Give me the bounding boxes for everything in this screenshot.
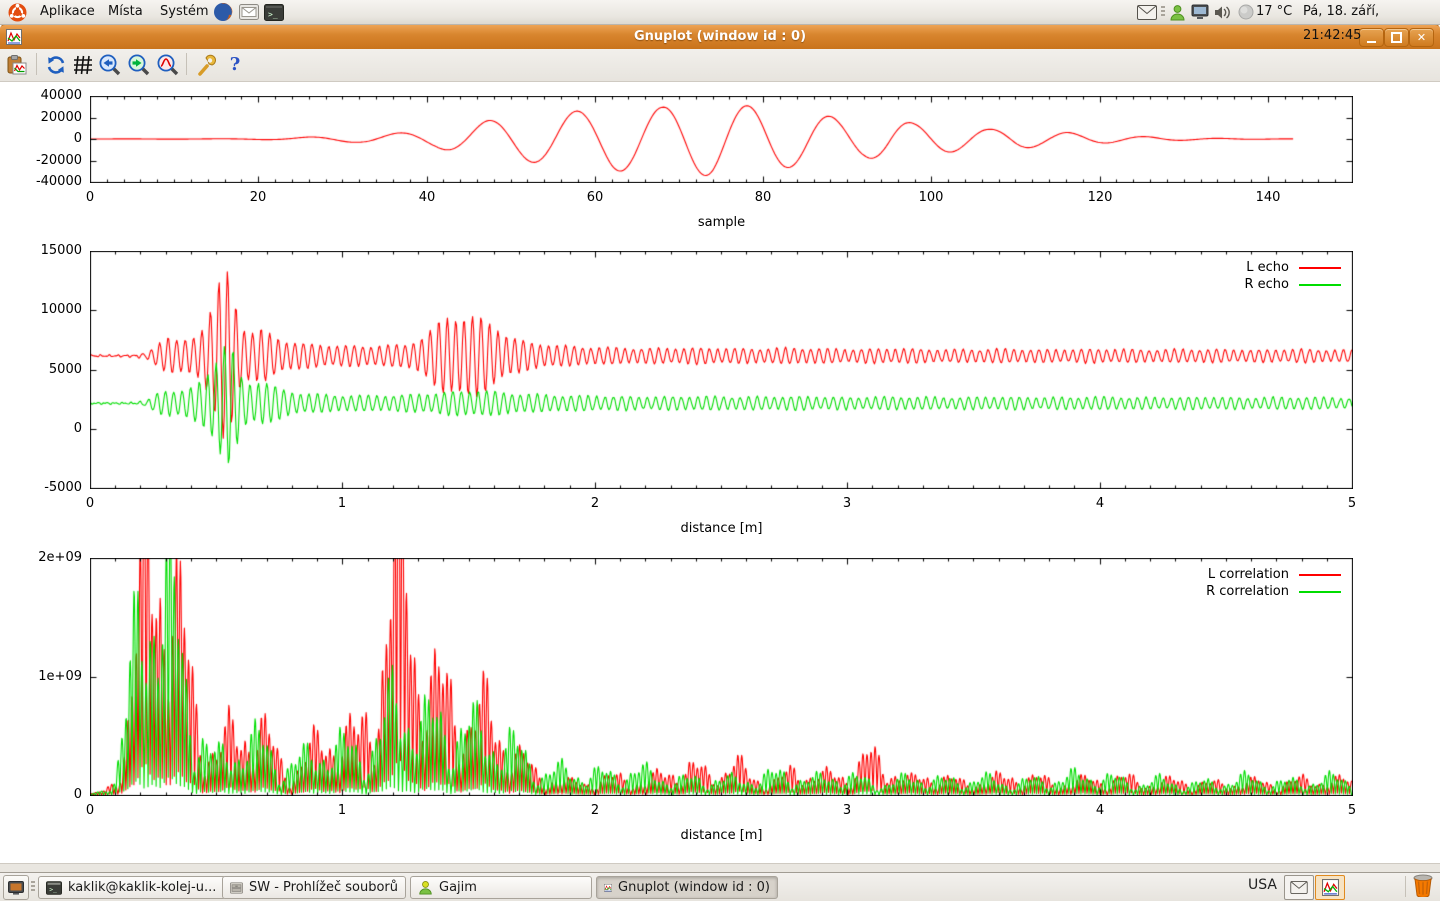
mail-icon <box>239 4 259 20</box>
menu-system[interactable]: Systém <box>150 0 218 24</box>
window-titlebar[interactable]: Gnuplot (window id : 0) ✕ <box>0 24 1440 49</box>
gnome-top-panel: Aplikace Místa Systém >_ <box>0 0 1440 25</box>
zoom-previous-button[interactable] <box>97 52 123 77</box>
autoscale-icon <box>157 54 179 76</box>
minimize-button[interactable] <box>1359 28 1384 47</box>
close-icon: ✕ <box>1417 30 1426 45</box>
copy-plot-button[interactable] <box>4 52 30 77</box>
autoscale-button[interactable] <box>155 52 181 77</box>
zoom-previous-icon <box>99 54 121 76</box>
tray-handle[interactable] <box>1161 6 1165 18</box>
terminal-icon: >_ <box>264 4 284 21</box>
firefox-launcher[interactable] <box>212 1 234 23</box>
gnuplot-tray-icon[interactable] <box>1315 875 1345 900</box>
task-file-manager[interactable]: SW - Prohlížeč souborů <box>222 876 406 899</box>
taskbar-separator <box>1405 876 1406 897</box>
ubuntu-menu-icon[interactable] <box>6 1 28 23</box>
zoom-next-icon <box>128 54 150 76</box>
toolbar-separator <box>186 53 187 75</box>
user-icon[interactable] <box>1166 2 1188 22</box>
pulse-plot[interactable] <box>90 96 1353 183</box>
menu-mista[interactable]: Místa <box>98 0 153 24</box>
task-label: Gnuplot (window id : 0) <box>618 880 770 895</box>
minimize-icon <box>1367 41 1376 43</box>
gnuplot-task-icon <box>604 880 612 896</box>
copy-plot-icon <box>7 55 27 75</box>
mail-notify-icon[interactable] <box>1136 2 1158 22</box>
task-label: SW - Prohlížeč souborů <box>249 880 398 895</box>
charts-layer: -40000-200000200004000002040608010012014… <box>0 0 1440 900</box>
help-button[interactable]: ? <box>222 52 248 77</box>
refresh-icon <box>45 54 67 76</box>
terminal-task-icon: >_ <box>46 881 62 895</box>
keyboard-layout-indicator[interactable]: USA <box>1248 877 1277 893</box>
gnuplot-toolbar: ? <box>0 48 1440 82</box>
gajim-icon <box>418 880 433 895</box>
mail-launcher[interactable] <box>238 1 260 23</box>
svg-text:>_: >_ <box>268 10 278 19</box>
refresh-button[interactable] <box>43 52 69 77</box>
task-label: kaklik@kaklik-kolej-u... <box>68 880 216 895</box>
task-label: Gajim <box>439 880 477 895</box>
trash-icon[interactable] <box>1412 875 1434 895</box>
task-terminal[interactable]: >_ kaklik@kaklik-kolej-u... <box>38 876 226 899</box>
maximize-button[interactable] <box>1384 28 1409 47</box>
ubuntu-logo-icon <box>8 3 27 22</box>
clock[interactable]: Pá, 18. září, 21:42:45 <box>1303 0 1440 24</box>
grid-icon <box>73 55 93 75</box>
corr-plot[interactable] <box>90 558 1353 796</box>
volume-icon[interactable] <box>1212 2 1234 22</box>
wrench-icon <box>195 54 217 76</box>
toolbar-separator <box>36 53 37 75</box>
terminal-launcher[interactable]: >_ <box>263 1 285 23</box>
grid-button[interactable] <box>70 52 96 77</box>
taskbar-handle <box>31 881 35 893</box>
configure-button[interactable] <box>193 52 219 77</box>
maximize-icon <box>1391 32 1402 43</box>
taskbar: >_ kaklik@kaklik-kolej-u... SW - Prohlíž… <box>0 872 1440 901</box>
mail-tray-icon[interactable] <box>1284 875 1314 900</box>
firefox-icon <box>213 2 233 22</box>
window-title: Gnuplot (window id : 0) <box>0 25 1440 49</box>
echo-plot[interactable] <box>90 251 1353 489</box>
weather-icon[interactable] <box>1235 2 1257 22</box>
show-desktop-icon <box>8 881 24 895</box>
temperature-readout[interactable]: 17 °C <box>1256 0 1292 24</box>
menu-aplikace[interactable]: Aplikace <box>30 0 105 24</box>
show-desktop-button[interactable] <box>3 875 29 900</box>
svg-text:>_: >_ <box>49 885 57 893</box>
close-button[interactable]: ✕ <box>1409 28 1434 47</box>
task-gnuplot[interactable]: Gnuplot (window id : 0) <box>596 876 778 899</box>
file-manager-icon <box>230 881 243 895</box>
help-icon: ? <box>230 54 241 75</box>
zoom-next-button[interactable] <box>126 52 152 77</box>
display-icon[interactable] <box>1189 2 1211 22</box>
task-gajim[interactable]: Gajim <box>410 876 592 899</box>
